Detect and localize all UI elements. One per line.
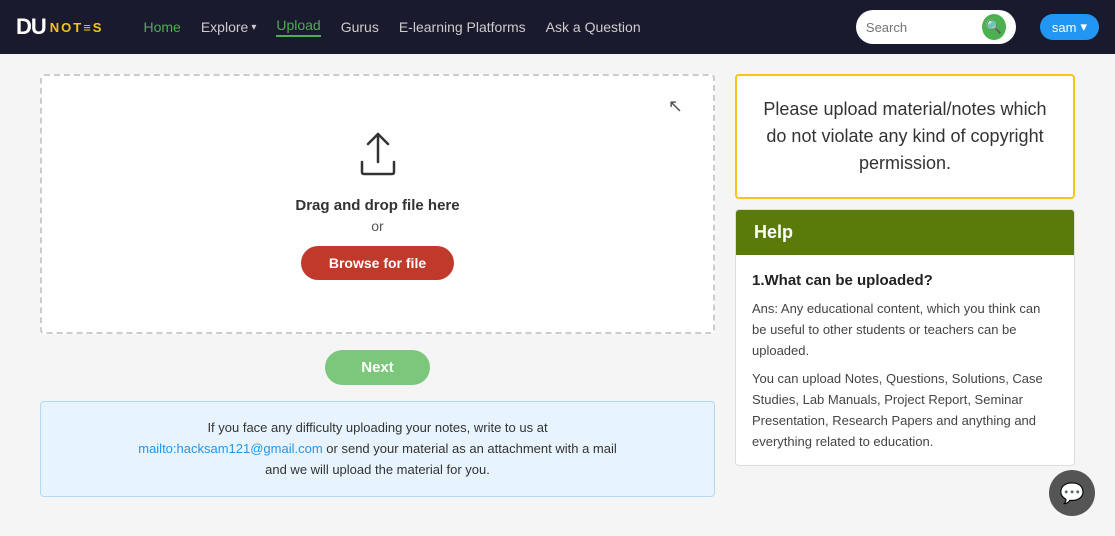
upload-dropzone[interactable]: ↖ Drag and drop file here or Browse for … [40,74,715,334]
info-box: If you face any difficulty uploading you… [40,401,715,497]
navbar: DU NOT≡S Home Explore ▾ Upload Gurus E-l… [0,0,1115,54]
next-button[interactable]: Next [325,350,430,385]
upload-icon [352,128,404,185]
logo-du: DU [16,14,46,40]
cursor-icon: ↖ [668,96,683,117]
user-name: sam [1052,20,1077,35]
help-q1-title: 1.What can be uploaded? [752,269,1058,293]
help-q1-ans1: Ans: Any educational content, which you … [752,299,1058,361]
right-panel: Please upload material/notes which do no… [735,74,1075,497]
nav-links: Home Explore ▾ Upload Gurus E-learning P… [143,17,831,37]
info-line1: If you face any difficulty uploading you… [207,420,547,435]
browse-button[interactable]: Browse for file [301,246,454,280]
search-icon: 🔍 [986,19,1002,35]
main-content: ↖ Drag and drop file here or Browse for … [0,54,1115,517]
drag-drop-text: Drag and drop file here [295,197,459,214]
help-content[interactable]: 1.What can be uploaded? Ans: Any educati… [736,255,1074,465]
user-chevron-icon: ▾ [1080,19,1087,35]
or-text: or [371,218,383,234]
left-panel: ↖ Drag and drop file here or Browse for … [40,74,715,497]
nav-gurus[interactable]: Gurus [341,19,379,35]
search-button[interactable]: 🔍 [982,14,1006,40]
nav-home[interactable]: Home [143,19,180,35]
help-panel: Help 1.What can be uploaded? Ans: Any ed… [735,209,1075,466]
user-menu-button[interactable]: sam ▾ [1040,14,1099,40]
help-q2-title: 2.What document formats are accepted? [752,461,1058,465]
copyright-notice: Please upload material/notes which do no… [735,74,1075,199]
chevron-down-icon: ▾ [251,22,256,33]
nav-elearning[interactable]: E-learning Platforms [399,19,526,35]
nav-ask[interactable]: Ask a Question [546,19,641,35]
nav-explore[interactable]: Explore ▾ [201,19,257,35]
nav-upload[interactable]: Upload [276,17,320,37]
info-line2-text: or send your material as an attachment w… [326,441,616,456]
logo[interactable]: DU NOT≡S [16,14,103,40]
search-bar: 🔍 [856,10,1016,44]
chat-bubble-button[interactable]: 💬 [1049,470,1095,516]
info-line3: and we will upload the material for you. [265,462,490,477]
search-input[interactable] [866,20,976,35]
info-email-link[interactable]: mailto:hacksam121@gmail.com [138,441,322,456]
explore-label: Explore [201,19,248,35]
help-q1-ans2: You can upload Notes, Questions, Solutio… [752,369,1058,452]
chat-icon: 💬 [1060,481,1085,506]
logo-notes: NOT≡S [50,20,104,35]
help-header: Help [736,210,1074,255]
